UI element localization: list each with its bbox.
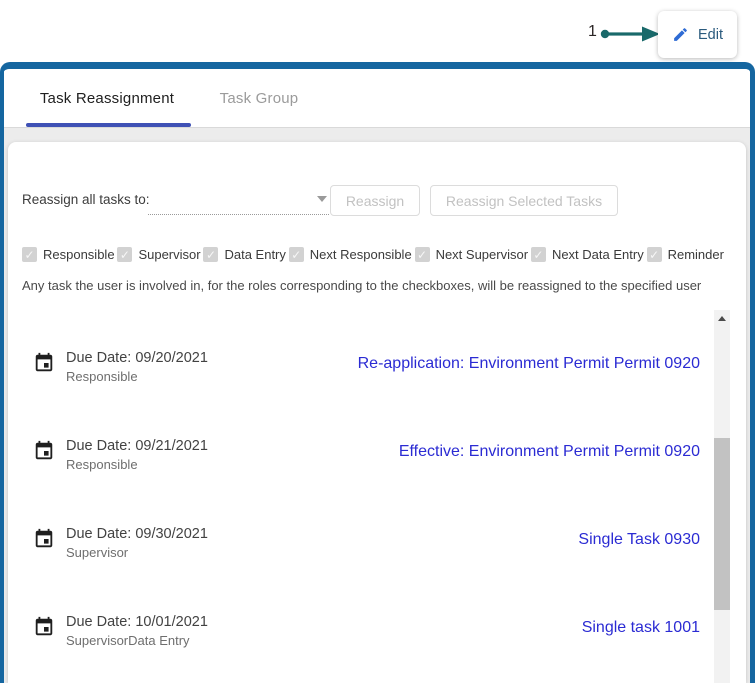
reassign-user-select[interactable] bbox=[148, 185, 329, 215]
task-list-scrollbar[interactable] bbox=[714, 310, 730, 683]
edit-button[interactable]: Edit bbox=[658, 11, 737, 58]
task-panel: Task Reassignment Task Group Reassign al… bbox=[0, 62, 755, 683]
reassignment-note: Any task the user is involved in, for th… bbox=[22, 278, 732, 293]
tab-task-reassignment[interactable]: Task Reassignment bbox=[22, 90, 192, 107]
reassign-controls-row: Reassign all tasks to: Reassign Reassign… bbox=[22, 185, 732, 217]
task-row: Due Date: 09/21/2021 Responsible Effecti… bbox=[33, 438, 700, 508]
reassign-all-label: Reassign all tasks to: bbox=[22, 192, 150, 207]
tab-bar: Task Reassignment Task Group bbox=[4, 69, 750, 128]
task-title-link[interactable]: Re-application: Environment Permit Permi… bbox=[358, 355, 700, 373]
role-item-data-entry: ✓ Data Entry bbox=[203, 247, 285, 262]
role-checkbox-row: ✓ Responsible ✓ Supervisor ✓ Data Entry … bbox=[22, 247, 724, 262]
role-item-reminder: ✓ Reminder bbox=[647, 247, 724, 262]
task-row: Due Date: 09/20/2021 Responsible Re-appl… bbox=[33, 350, 700, 420]
task-title-link[interactable]: Effective: Environment Permit Permit 092… bbox=[399, 443, 700, 461]
pencil-icon bbox=[672, 26, 689, 43]
role-label: Next Responsible bbox=[310, 247, 412, 262]
task-title-link[interactable]: Single task 1001 bbox=[582, 619, 700, 637]
checkbox-next-data-entry[interactable]: ✓ bbox=[531, 247, 546, 262]
role-item-next-supervisor: ✓ Next Supervisor bbox=[415, 247, 528, 262]
content-card: Reassign all tasks to: Reassign Reassign… bbox=[8, 142, 746, 683]
top-bar: 1 Edit bbox=[0, 0, 755, 62]
calendar-icon bbox=[33, 440, 55, 462]
role-item-next-data-entry: ✓ Next Data Entry bbox=[531, 247, 644, 262]
checkbox-responsible[interactable]: ✓ bbox=[22, 247, 37, 262]
calendar-icon bbox=[33, 616, 55, 638]
edit-button-label: Edit bbox=[698, 27, 723, 43]
task-list: Due Date: 09/20/2021 Responsible Re-appl… bbox=[8, 310, 746, 683]
active-tab-indicator bbox=[26, 123, 191, 127]
calendar-icon bbox=[33, 528, 55, 550]
annotation-arrow-icon bbox=[600, 25, 662, 43]
task-row: Due Date: 09/30/2021 Supervisor Single T… bbox=[33, 526, 700, 596]
annotation-step-number: 1 bbox=[588, 23, 597, 41]
checkbox-reminder[interactable]: ✓ bbox=[647, 247, 662, 262]
calendar-icon bbox=[33, 352, 55, 374]
scroll-up-button[interactable] bbox=[714, 310, 730, 326]
triangle-up-icon bbox=[718, 316, 726, 321]
task-title-link[interactable]: Single Task 0930 bbox=[578, 531, 700, 549]
caret-down-icon bbox=[317, 196, 327, 202]
tab-task-group[interactable]: Task Group bbox=[196, 90, 322, 107]
role-label: Data Entry bbox=[224, 247, 285, 262]
checkbox-next-responsible[interactable]: ✓ bbox=[289, 247, 304, 262]
role-label: Responsible bbox=[43, 247, 115, 262]
role-item-responsible: ✓ Responsible bbox=[22, 247, 115, 262]
checkbox-next-supervisor[interactable]: ✓ bbox=[415, 247, 430, 262]
role-label: Reminder bbox=[668, 247, 724, 262]
role-item-next-responsible: ✓ Next Responsible bbox=[289, 247, 412, 262]
reassign-selected-tasks-button[interactable]: Reassign Selected Tasks bbox=[430, 185, 618, 216]
role-label: Next Supervisor bbox=[436, 247, 528, 262]
role-item-supervisor: ✓ Supervisor bbox=[117, 247, 200, 262]
checkbox-supervisor[interactable]: ✓ bbox=[117, 247, 132, 262]
task-row: Due Date: 10/01/2021 SupervisorData Entr… bbox=[33, 614, 700, 683]
role-label: Next Data Entry bbox=[552, 247, 644, 262]
checkbox-data-entry[interactable]: ✓ bbox=[203, 247, 218, 262]
role-label: Supervisor bbox=[138, 247, 200, 262]
reassign-button[interactable]: Reassign bbox=[330, 185, 420, 216]
scrollbar-thumb[interactable] bbox=[714, 438, 730, 610]
